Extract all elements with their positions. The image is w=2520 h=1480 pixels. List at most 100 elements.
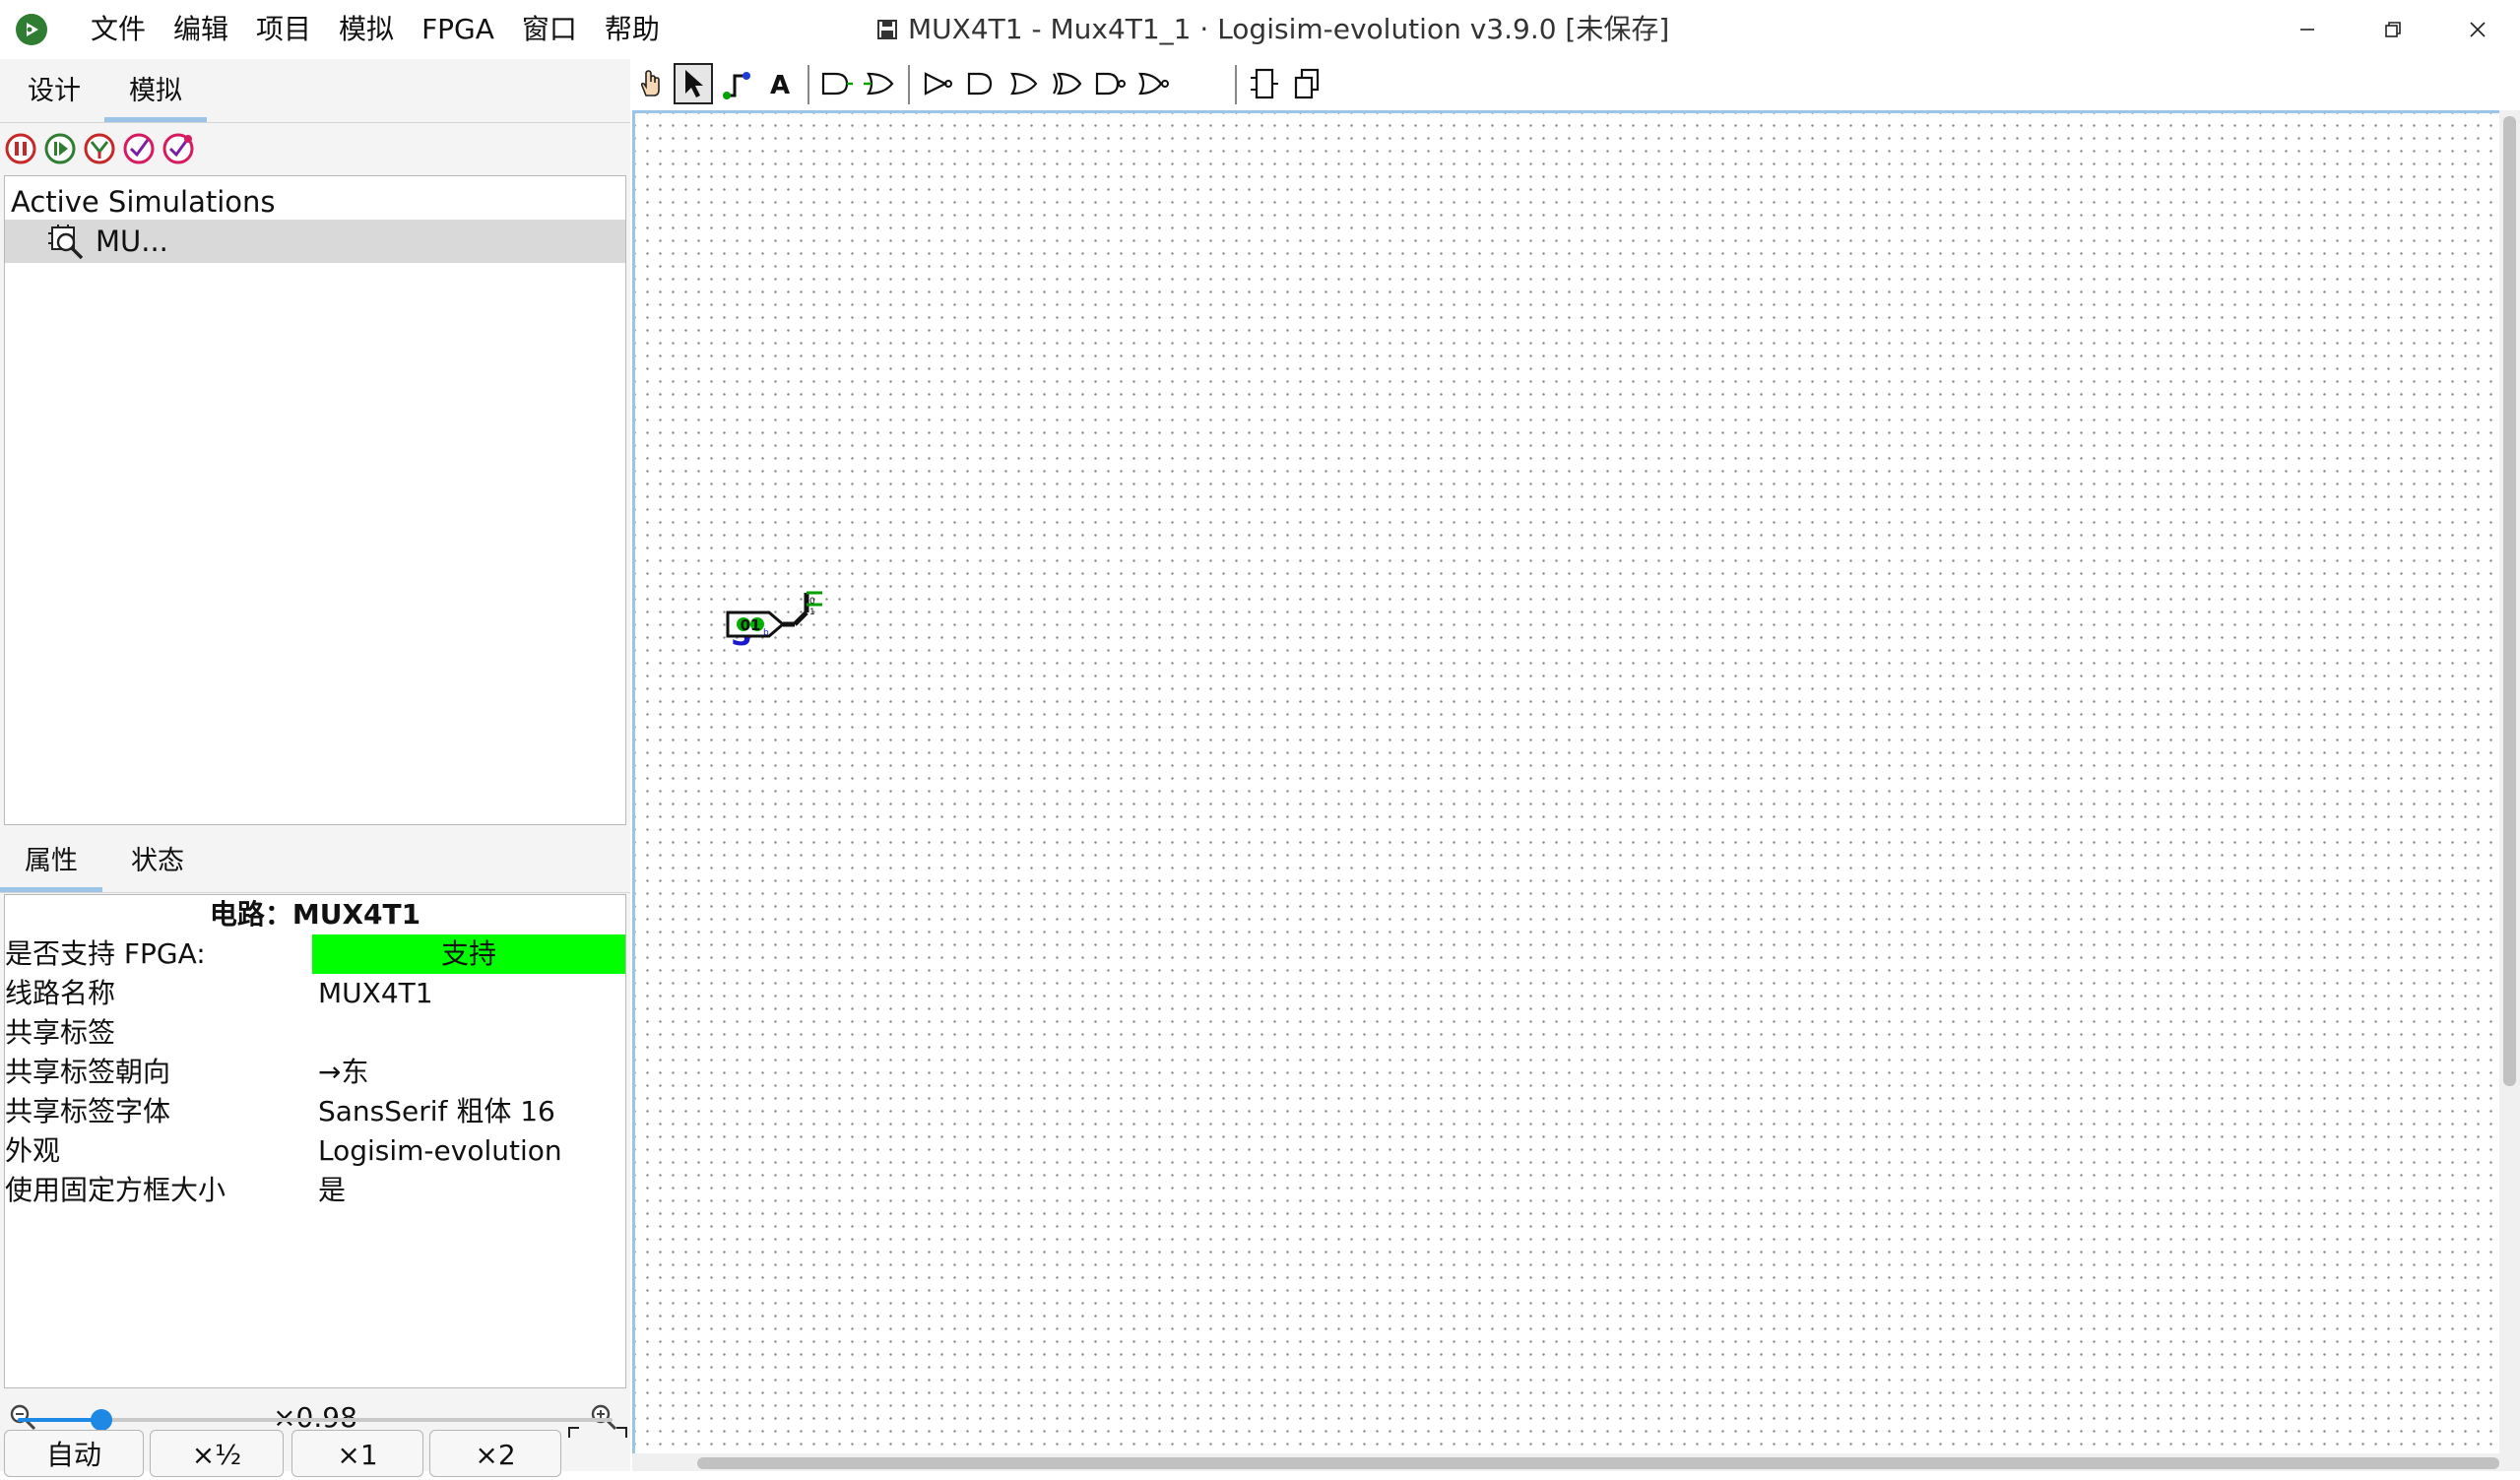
left-panel: 设计 模拟 Active Simulations MU... 属性 状态 电路：… (0, 59, 630, 1477)
attr-row-circuit-name[interactable]: 线路名称 MUX4T1 (5, 974, 625, 1013)
zoom-half-button[interactable]: ×½ (150, 1430, 284, 1477)
tool-bar: A (630, 59, 2520, 110)
attribute-table: 电路：MUX4T1 是否支持 FPGA: 支持 线路名称 MUX4T1 共享标签… (4, 894, 626, 1388)
subcircuit-icon (1251, 68, 1278, 99)
subcircuit-tool[interactable] (1245, 63, 1284, 104)
attr-value[interactable]: SansSerif 粗体 16 (312, 1092, 625, 1131)
minimize-button[interactable] (2264, 0, 2351, 59)
svg-text:b: b (763, 628, 769, 638)
tab-design[interactable]: 设计 (10, 67, 98, 116)
attr-key: 是否支持 FPGA: (5, 937, 206, 970)
menu-fpga[interactable]: FPGA (408, 10, 508, 49)
simulation-tree: Active Simulations MU... (4, 175, 626, 825)
zoom-slider-fill (18, 1418, 101, 1422)
stacked-boxes-icon (1294, 68, 1320, 99)
menu-edit[interactable]: 编辑 (160, 10, 242, 49)
circuit-canvas[interactable] (632, 110, 2500, 1471)
fit-corner-icon[interactable] (567, 1426, 628, 1465)
select-tool[interactable] (674, 63, 713, 104)
hand-pointer-icon (640, 70, 660, 97)
logisim-logo-icon[interactable] (16, 14, 47, 45)
minimize-icon (2300, 29, 2314, 31)
attribute-table-header: 电路：MUX4T1 (209, 898, 421, 931)
menu-file[interactable]: 文件 (77, 10, 160, 49)
vertical-scroll-thumb[interactable] (2503, 116, 2516, 1086)
zoom-auto-button[interactable]: 自动 (4, 1430, 144, 1477)
tick-frequency-icon[interactable] (162, 132, 195, 165)
or-gate-icon (864, 72, 894, 96)
zoom-one-button[interactable]: ×1 (291, 1430, 423, 1477)
window-title-text: MUX4T1 - Mux4T1_1 · Logisim-evolution v3… (908, 13, 1670, 45)
poke-tool[interactable] (630, 63, 670, 104)
attr-value[interactable]: Logisim-evolution (312, 1131, 625, 1171)
horizontal-scroll-thumb[interactable] (697, 1457, 2499, 1469)
window-title: MUX4T1 - Mux4T1_1 · Logisim-evolution v3… (876, 10, 1669, 49)
attr-row-fpga-support[interactable]: 是否支持 FPGA: 支持 (5, 934, 625, 974)
or-gate-tool[interactable] (861, 63, 900, 104)
not-gate-tool[interactable] (961, 63, 1001, 104)
attr-value[interactable]: MUX4T1 (312, 974, 625, 1013)
attr-row-shared-label[interactable]: 共享标签 (5, 1013, 625, 1053)
menu-window[interactable]: 窗口 (508, 10, 591, 49)
and-gate-tool[interactable] (817, 63, 857, 104)
zoom-two-button[interactable]: ×2 (429, 1430, 561, 1477)
close-icon (2470, 22, 2486, 37)
wiring-tool[interactable] (717, 63, 756, 104)
attr-value[interactable]: 是 (312, 1171, 625, 1210)
attr-value[interactable] (312, 1013, 625, 1053)
not-gate-icon (967, 72, 993, 96)
appearance-tool[interactable] (1288, 63, 1327, 104)
close-button[interactable] (2434, 0, 2520, 59)
vertical-scrollbar[interactable] (2499, 110, 2520, 1471)
title-bar: 文件 编辑 项目 模拟 FPGA 窗口 帮助 MUX4T1 - Mux4T1_1… (0, 0, 2520, 59)
save-disk-icon (877, 20, 897, 39)
nand-gate-tool[interactable] (1091, 63, 1131, 104)
pin-value-text: 01 (741, 616, 761, 634)
simulation-item-label: MU... (96, 225, 168, 258)
step-simulation-icon[interactable] (43, 132, 77, 165)
text-tool[interactable]: A (760, 63, 800, 104)
simulation-item[interactable]: MU... (5, 220, 625, 263)
attr-key: 共享标签朝向 (5, 1056, 171, 1088)
tab-simulate[interactable]: 模拟 (104, 67, 207, 122)
attr-value[interactable]: →东 (312, 1053, 625, 1092)
buffer-icon (924, 72, 952, 96)
attr-row-appearance[interactable]: 外观 Logisim-evolution (5, 1131, 625, 1171)
restore-icon (2385, 22, 2401, 37)
tab-state[interactable]: 状态 (110, 837, 205, 886)
splitter-diagonal (793, 611, 808, 626)
or-gate-2-tool[interactable] (1004, 63, 1044, 104)
simulation-toolbar (0, 124, 195, 173)
attr-row-label-facing[interactable]: 共享标签朝向 →东 (5, 1053, 625, 1092)
tab-properties[interactable]: 属性 (0, 837, 102, 892)
buffer-tool[interactable] (918, 63, 957, 104)
attr-key: 共享标签 (5, 1016, 116, 1049)
pin-splitter-component[interactable]: 01 b 0 1 (724, 581, 901, 660)
zoom-slider-handle[interactable] (91, 1409, 112, 1431)
tick-enable-icon[interactable] (122, 132, 156, 165)
horizontal-scrollbar[interactable] (632, 1453, 2500, 1471)
restore-button[interactable] (2350, 0, 2436, 59)
attr-key: 共享标签字体 (5, 1095, 171, 1127)
circuit-magnifier-icon (48, 225, 84, 260)
xor-gate-icon (1053, 72, 1082, 96)
svg-text:A: A (770, 71, 790, 100)
toolbar-separator (808, 65, 809, 104)
attr-row-label-font[interactable]: 共享标签字体 SansSerif 粗体 16 (5, 1092, 625, 1131)
wire-icon (723, 72, 750, 99)
arrow-cursor-icon (685, 70, 703, 97)
stop-simulation-icon[interactable] (4, 132, 37, 165)
attr-key: 线路名称 (5, 977, 116, 1009)
menu-bar: 文件 编辑 项目 模拟 FPGA 窗口 帮助 (77, 10, 674, 49)
toolbar-separator (1235, 65, 1237, 104)
tick-once-icon[interactable] (83, 132, 116, 165)
text-a-icon: A (770, 71, 790, 100)
menu-help[interactable]: 帮助 (591, 10, 674, 49)
menu-simulate[interactable]: 模拟 (325, 10, 408, 49)
menu-project[interactable]: 项目 (242, 10, 325, 49)
nand-gate-icon (1095, 72, 1126, 96)
attr-row-fixed-box-size[interactable]: 使用固定方框大小 是 (5, 1171, 625, 1210)
splitter-bit-label: 1 (809, 608, 815, 617)
xor-gate-tool[interactable] (1048, 63, 1087, 104)
nor-gate-tool[interactable] (1134, 63, 1174, 104)
